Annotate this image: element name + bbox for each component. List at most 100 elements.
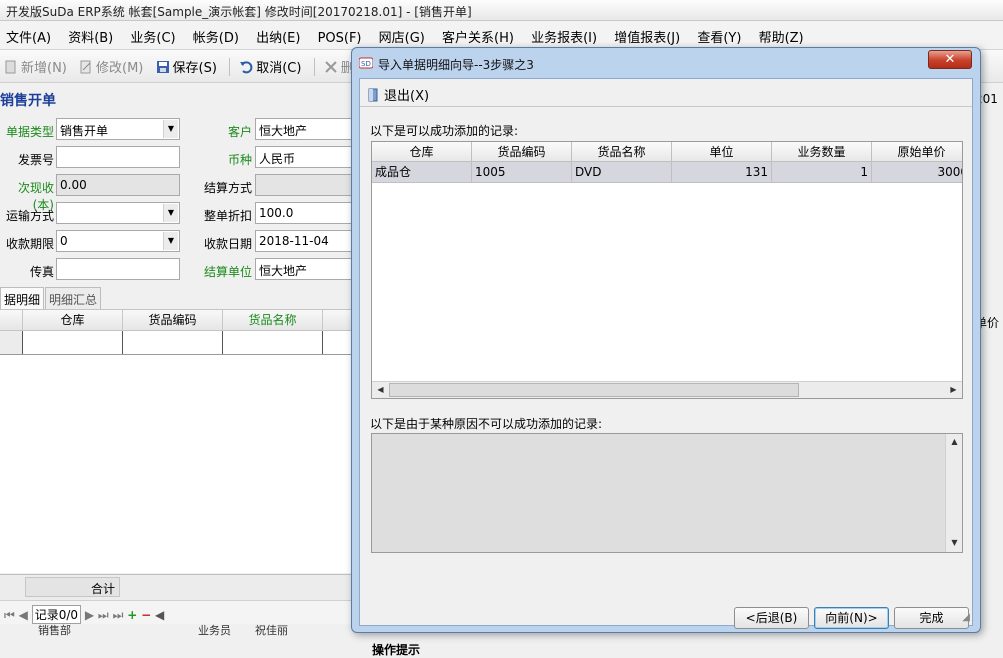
receive-date-label: 收款日期 (203, 237, 252, 251)
back-button[interactable]: <后退(B) (734, 607, 809, 629)
column-header-item-code[interactable]: 货品编码 (472, 142, 572, 162)
column-header-original-price[interactable]: 原始单价 (872, 142, 962, 162)
column-header-warehouse[interactable]: 仓库 (23, 310, 123, 331)
operator-label: 业务员 (198, 624, 231, 637)
column-header-item-name[interactable]: 货品名称 (223, 310, 323, 331)
record-navigator: ⏮ ◀ 记录0/0 ▶ ⏭ ⏭ + − ◀ (0, 600, 352, 624)
grid-empty-area (0, 355, 352, 573)
cell-item-name[interactable] (223, 331, 323, 354)
tab-detail[interactable]: 据明细 (0, 287, 45, 311)
fax-label: 传真 (29, 265, 54, 279)
total-label: 合计 (25, 577, 120, 597)
resize-grip-icon[interactable]: ◢ (962, 612, 970, 623)
currency-input[interactable]: 人民币 (255, 146, 352, 168)
close-button[interactable]: ✕ (928, 50, 972, 69)
currency-label: 币种 (227, 153, 252, 167)
column-header-unit[interactable]: 单位 (672, 142, 772, 162)
remove-row-icon[interactable]: − (141, 608, 151, 622)
import-wizard-dialog: SD 导入单据明细向导--3步骤之3 ✕ 退出(X) 以下是可以成功添加的记录:… (351, 47, 981, 657)
cell-quantity[interactable]: 1 (772, 162, 872, 183)
receive-date-input[interactable]: 2018-11-04 (255, 230, 352, 252)
menu-accounts[interactable]: 帐务(D) (193, 31, 239, 46)
settle-unit-input[interactable]: 恒大地产 (255, 258, 352, 280)
edit-button[interactable]: 修改(M) (79, 57, 143, 76)
fax-input[interactable] (56, 258, 180, 280)
menu-cashier[interactable]: 出纳(E) (256, 31, 300, 46)
chevron-down-icon[interactable]: ▼ (163, 120, 178, 138)
menu-view[interactable]: 查看(Y) (697, 31, 741, 46)
menu-file[interactable]: 文件(A) (6, 31, 51, 46)
cell-warehouse[interactable]: 成品仓 (372, 162, 472, 183)
row-header-cell (0, 310, 23, 331)
cancel-button[interactable]: 取消(C) (239, 57, 301, 76)
menu-value-report[interactable]: 增值报表(J) (614, 31, 680, 46)
new-button[interactable]: 新增(N) (4, 57, 67, 76)
dialog-body: 退出(X) 以下是可以成功添加的记录: 仓库 货品编码 货品名称 单位 业务数量… (359, 78, 973, 657)
save-button[interactable]: 保存(S) (156, 57, 217, 76)
prev-record-icon[interactable]: ◀ (19, 608, 28, 622)
menu-data[interactable]: 资料(B) (68, 31, 113, 46)
table-row[interactable] (0, 331, 352, 355)
dialog-title: 导入单据明细向导--3步骤之3 (378, 58, 534, 72)
horizontal-scrollbar[interactable]: ◀ ▶ (372, 381, 962, 398)
last-record-icon[interactable]: ⏭ (113, 608, 124, 622)
new-doc-icon (5, 60, 16, 74)
next-button[interactable]: 向前(N)> (814, 607, 889, 629)
cell-item-name[interactable]: DVD (572, 162, 672, 183)
settle-unit-label: 结算单位 (203, 265, 252, 279)
undo-icon (240, 61, 253, 74)
cell-warehouse[interactable] (23, 331, 123, 354)
cell-original-price[interactable]: 3000 (872, 162, 962, 183)
first-record-icon[interactable]: ⏮ (4, 608, 15, 622)
cell-item-code[interactable] (123, 331, 223, 354)
tab-summary[interactable]: 明细汇总 (45, 287, 102, 311)
vertical-scrollbar[interactable]: ▲ ▼ (945, 434, 962, 552)
cell-unit[interactable]: 131 (672, 162, 772, 183)
save-icon (156, 61, 169, 73)
column-header-item-code[interactable]: 货品编码 (123, 310, 223, 331)
column-header-warehouse[interactable]: 仓库 (372, 142, 472, 162)
menu-business-report[interactable]: 业务报表(I) (531, 31, 597, 46)
column-header-quantity[interactable]: 业务数量 (772, 142, 872, 162)
bottom-fields: 销售部 业务员 祝佳丽 (0, 624, 352, 637)
scroll-right-icon[interactable]: ▶ (945, 382, 962, 398)
column-header-item-name[interactable]: 货品名称 (572, 142, 672, 162)
menu-pos[interactable]: POS(F) (318, 31, 362, 46)
chevron-down-icon[interactable]: ▼ (163, 232, 178, 250)
scroll-down-icon[interactable]: ▼ (946, 535, 963, 551)
menu-help[interactable]: 帮助(Z) (759, 31, 804, 46)
shipping-select[interactable]: ▼ (56, 202, 180, 224)
discount-input[interactable]: 100.0 (255, 202, 352, 224)
scroll-left-icon[interactable]: ◀ (372, 382, 389, 398)
menu-business[interactable]: 业务(C) (130, 31, 175, 46)
shipping-label: 运输方式 (5, 209, 54, 223)
success-records-label: 以下是可以成功添加的记录: (370, 124, 519, 138)
doc-type-select[interactable]: 销售开单 ▼ (56, 118, 180, 140)
cell-item-code[interactable]: 1005 (472, 162, 572, 183)
exit-door-icon (368, 88, 378, 102)
scroll-left-icon[interactable]: ◀ (155, 608, 164, 622)
window-title: 开发版SuDa ERP系统 帐套[Sample_演示帐套] 修改时间[20170… (0, 0, 1003, 21)
customer-input[interactable]: 恒大地产 (255, 118, 352, 140)
payment-term-select[interactable]: 0 ▼ (56, 230, 180, 252)
doc-type-label: 单据类型 (5, 125, 54, 139)
finish-button[interactable]: 完成 (894, 607, 969, 629)
exit-button[interactable]: 退出(X) (366, 88, 429, 104)
scroll-thumb[interactable] (389, 383, 799, 397)
next-record-icon[interactable]: ▶ (85, 608, 94, 622)
settle-method-field (255, 174, 352, 196)
detail-tabs: 据明细 明细汇总 (0, 287, 102, 311)
scroll-up-icon[interactable]: ▲ (946, 434, 963, 450)
menu-crm[interactable]: 客户关系(H) (442, 31, 514, 46)
menu-webshop[interactable]: 网店(G) (379, 31, 425, 46)
cash-field: 0.00 (56, 174, 180, 196)
delete-icon (325, 61, 337, 73)
summary-bar: 合计 (0, 574, 352, 600)
app-icon: SD (359, 57, 373, 69)
chevron-down-icon[interactable]: ▼ (163, 204, 178, 222)
invoice-input[interactable] (56, 146, 180, 168)
next-page-icon[interactable]: ⏭ (98, 608, 109, 622)
detail-grid-header: 仓库 货品编码 货品名称 (0, 309, 352, 331)
row-indicator (0, 331, 23, 354)
add-row-icon[interactable]: + (127, 608, 137, 622)
